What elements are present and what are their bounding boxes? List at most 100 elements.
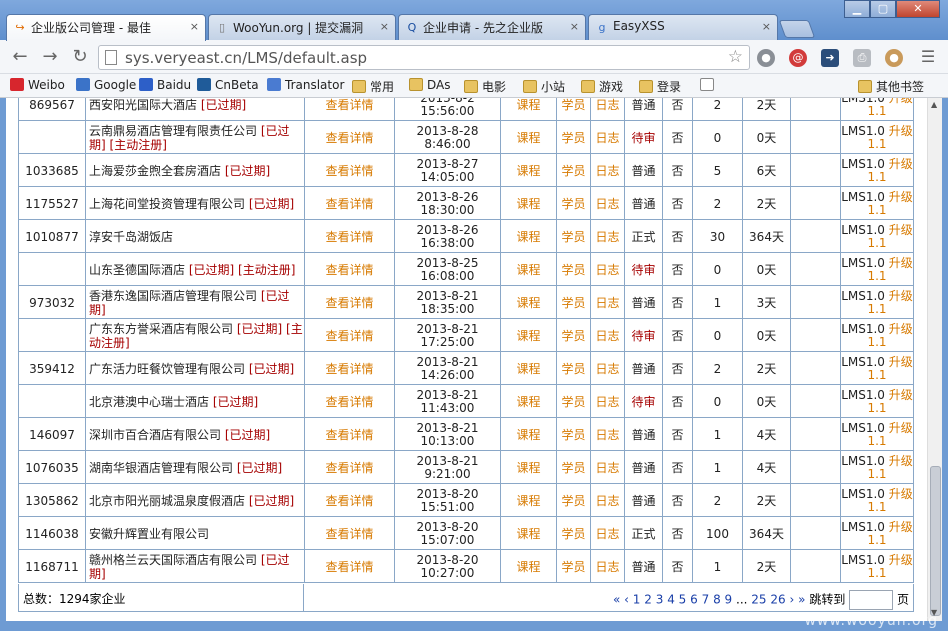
scroll-up-arrow-icon[interactable]: ▲ xyxy=(931,100,937,109)
pager-first[interactable]: « xyxy=(613,593,620,607)
cookie-icon[interactable]: ● xyxy=(885,49,903,67)
address-bar[interactable]: sys.veryeast.cn/LMS/default.asp ☆ xyxy=(98,45,750,70)
student-link[interactable]: 学员 xyxy=(561,98,585,112)
expired-tag[interactable]: [已过期] xyxy=(201,98,246,112)
upgrade-link[interactable]: 升级 xyxy=(889,388,913,402)
page-number-link[interactable]: 6 xyxy=(690,593,698,607)
status-label[interactable]: 待审 xyxy=(631,131,655,145)
view-details-link[interactable]: 查看详情 xyxy=(325,329,373,343)
student-link[interactable]: 学员 xyxy=(561,494,585,508)
course-link[interactable]: 课程 xyxy=(516,296,540,310)
student-link[interactable]: 学员 xyxy=(561,131,585,145)
active-register-tag[interactable]: [主动注册] xyxy=(110,138,167,152)
student-link[interactable]: 学员 xyxy=(561,296,585,310)
page-number-link[interactable]: 9 xyxy=(725,593,733,607)
upgrade-link[interactable]: 升级 xyxy=(889,256,913,270)
send-icon[interactable]: ➜ xyxy=(821,49,839,67)
bookmark-item[interactable]: Weibo xyxy=(10,78,65,92)
pager-next[interactable]: › xyxy=(790,593,795,607)
upgrade-link[interactable]: 升级 xyxy=(889,322,913,336)
upgrade-link[interactable]: 升级 xyxy=(889,421,913,435)
expired-tag[interactable]: [已过期] xyxy=(189,263,234,277)
minimize-button[interactable]: ▁ xyxy=(844,0,870,18)
view-details-link[interactable]: 查看详情 xyxy=(325,560,373,574)
course-link[interactable]: 课程 xyxy=(516,98,540,112)
company-name-link[interactable]: 上海爱莎金煦全套房酒店 xyxy=(89,164,221,178)
course-link[interactable]: 课程 xyxy=(516,461,540,475)
printer-icon[interactable]: ⎙ xyxy=(853,49,871,67)
view-details-link[interactable]: 查看详情 xyxy=(325,428,373,442)
log-link[interactable]: 日志 xyxy=(595,131,619,145)
expired-tag[interactable]: [已过期] xyxy=(237,322,282,336)
browser-tab[interactable]: Q 企业申请 - 先之企业版 × xyxy=(398,14,586,40)
log-link[interactable]: 日志 xyxy=(595,230,619,244)
at-sign-icon[interactable]: @ xyxy=(789,49,807,67)
student-link[interactable]: 学员 xyxy=(561,329,585,343)
view-details-link[interactable]: 查看详情 xyxy=(325,98,373,112)
company-name-link[interactable]: 西安阳光国际大酒店 xyxy=(89,98,197,112)
course-link[interactable]: 课程 xyxy=(516,131,540,145)
student-link[interactable]: 学员 xyxy=(561,428,585,442)
pager-last[interactable]: » xyxy=(798,593,805,607)
student-link[interactable]: 学员 xyxy=(561,527,585,541)
expired-tag[interactable]: [已过期] xyxy=(249,362,294,376)
bookmark-item[interactable] xyxy=(700,78,718,92)
company-name-link[interactable]: 广东东方誉采酒店有限公司 xyxy=(89,322,233,336)
log-link[interactable]: 日志 xyxy=(595,560,619,574)
close-tab-icon[interactable]: × xyxy=(570,20,579,33)
company-name-link[interactable]: 北京港澳中心瑞士酒店 xyxy=(89,395,209,409)
student-link[interactable]: 学员 xyxy=(561,164,585,178)
close-tab-icon[interactable]: × xyxy=(190,20,199,33)
log-link[interactable]: 日志 xyxy=(595,263,619,277)
student-link[interactable]: 学员 xyxy=(561,197,585,211)
log-link[interactable]: 日志 xyxy=(595,362,619,376)
page-number-link[interactable]: 3 xyxy=(656,593,664,607)
course-link[interactable]: 课程 xyxy=(516,164,540,178)
upgrade-link[interactable]: 升级 xyxy=(889,355,913,369)
log-link[interactable]: 日志 xyxy=(595,197,619,211)
status-label[interactable]: 待审 xyxy=(631,263,655,277)
log-link[interactable]: 日志 xyxy=(595,296,619,310)
bookmark-item[interactable]: 小站 xyxy=(523,78,565,95)
upgrade-link[interactable]: 升级 xyxy=(889,124,913,138)
new-tab-button[interactable] xyxy=(778,20,816,38)
forward-arrow-icon[interactable]: → xyxy=(38,46,62,68)
reload-icon[interactable]: ↻ xyxy=(68,46,92,68)
view-details-link[interactable]: 查看详情 xyxy=(325,230,373,244)
course-link[interactable]: 课程 xyxy=(516,362,540,376)
bookmark-item[interactable]: Google xyxy=(76,78,136,92)
company-name-link[interactable]: 上海花间堂投资管理有限公司 xyxy=(89,197,245,211)
upgrade-link[interactable]: 升级 xyxy=(889,553,913,567)
expired-tag[interactable]: [已过期] xyxy=(237,461,282,475)
vertical-scrollbar[interactable]: ▲ ▼ xyxy=(927,98,942,621)
expired-tag[interactable]: [已过期] xyxy=(225,164,270,178)
course-link[interactable]: 课程 xyxy=(516,395,540,409)
company-name-link[interactable]: 山东圣德国际酒店 xyxy=(89,263,185,277)
browser-tab[interactable]: g EasyXSS × xyxy=(588,14,778,40)
log-link[interactable]: 日志 xyxy=(595,164,619,178)
url-text[interactable]: sys.veryeast.cn/LMS/default.asp xyxy=(125,49,367,67)
expired-tag[interactable]: [已过期] xyxy=(249,494,294,508)
menu-icon[interactable]: ☰ xyxy=(916,46,940,68)
page-number-link[interactable]: 26 xyxy=(770,593,785,607)
log-link[interactable]: 日志 xyxy=(595,527,619,541)
browser-tab[interactable]: ↪ 企业版公司管理 - 最佳 × xyxy=(6,14,206,41)
view-details-link[interactable]: 查看详情 xyxy=(325,131,373,145)
expired-tag[interactable]: [已过期] xyxy=(225,428,270,442)
company-name-link[interactable]: 北京市阳光丽城温泉度假酒店 xyxy=(89,494,245,508)
status-label[interactable]: 待审 xyxy=(631,395,655,409)
pager-prev[interactable]: ‹ xyxy=(624,593,629,607)
upgrade-link[interactable]: 升级 xyxy=(889,454,913,468)
view-details-link[interactable]: 查看详情 xyxy=(325,164,373,178)
course-link[interactable]: 课程 xyxy=(516,494,540,508)
page-number-link[interactable]: 5 xyxy=(679,593,687,607)
company-name-link[interactable]: 安徽升辉置业有限公司 xyxy=(89,527,209,541)
log-link[interactable]: 日志 xyxy=(595,329,619,343)
bookmark-item[interactable]: 登录 xyxy=(639,78,681,95)
log-link[interactable]: 日志 xyxy=(595,98,619,112)
company-name-link[interactable]: 淳安千岛湖饭店 xyxy=(89,230,173,244)
view-details-link[interactable]: 查看详情 xyxy=(325,263,373,277)
page-number-link[interactable]: 2 xyxy=(644,593,652,607)
upgrade-link[interactable]: 升级 xyxy=(889,98,913,105)
bookmark-item[interactable]: CnBeta xyxy=(197,78,259,92)
